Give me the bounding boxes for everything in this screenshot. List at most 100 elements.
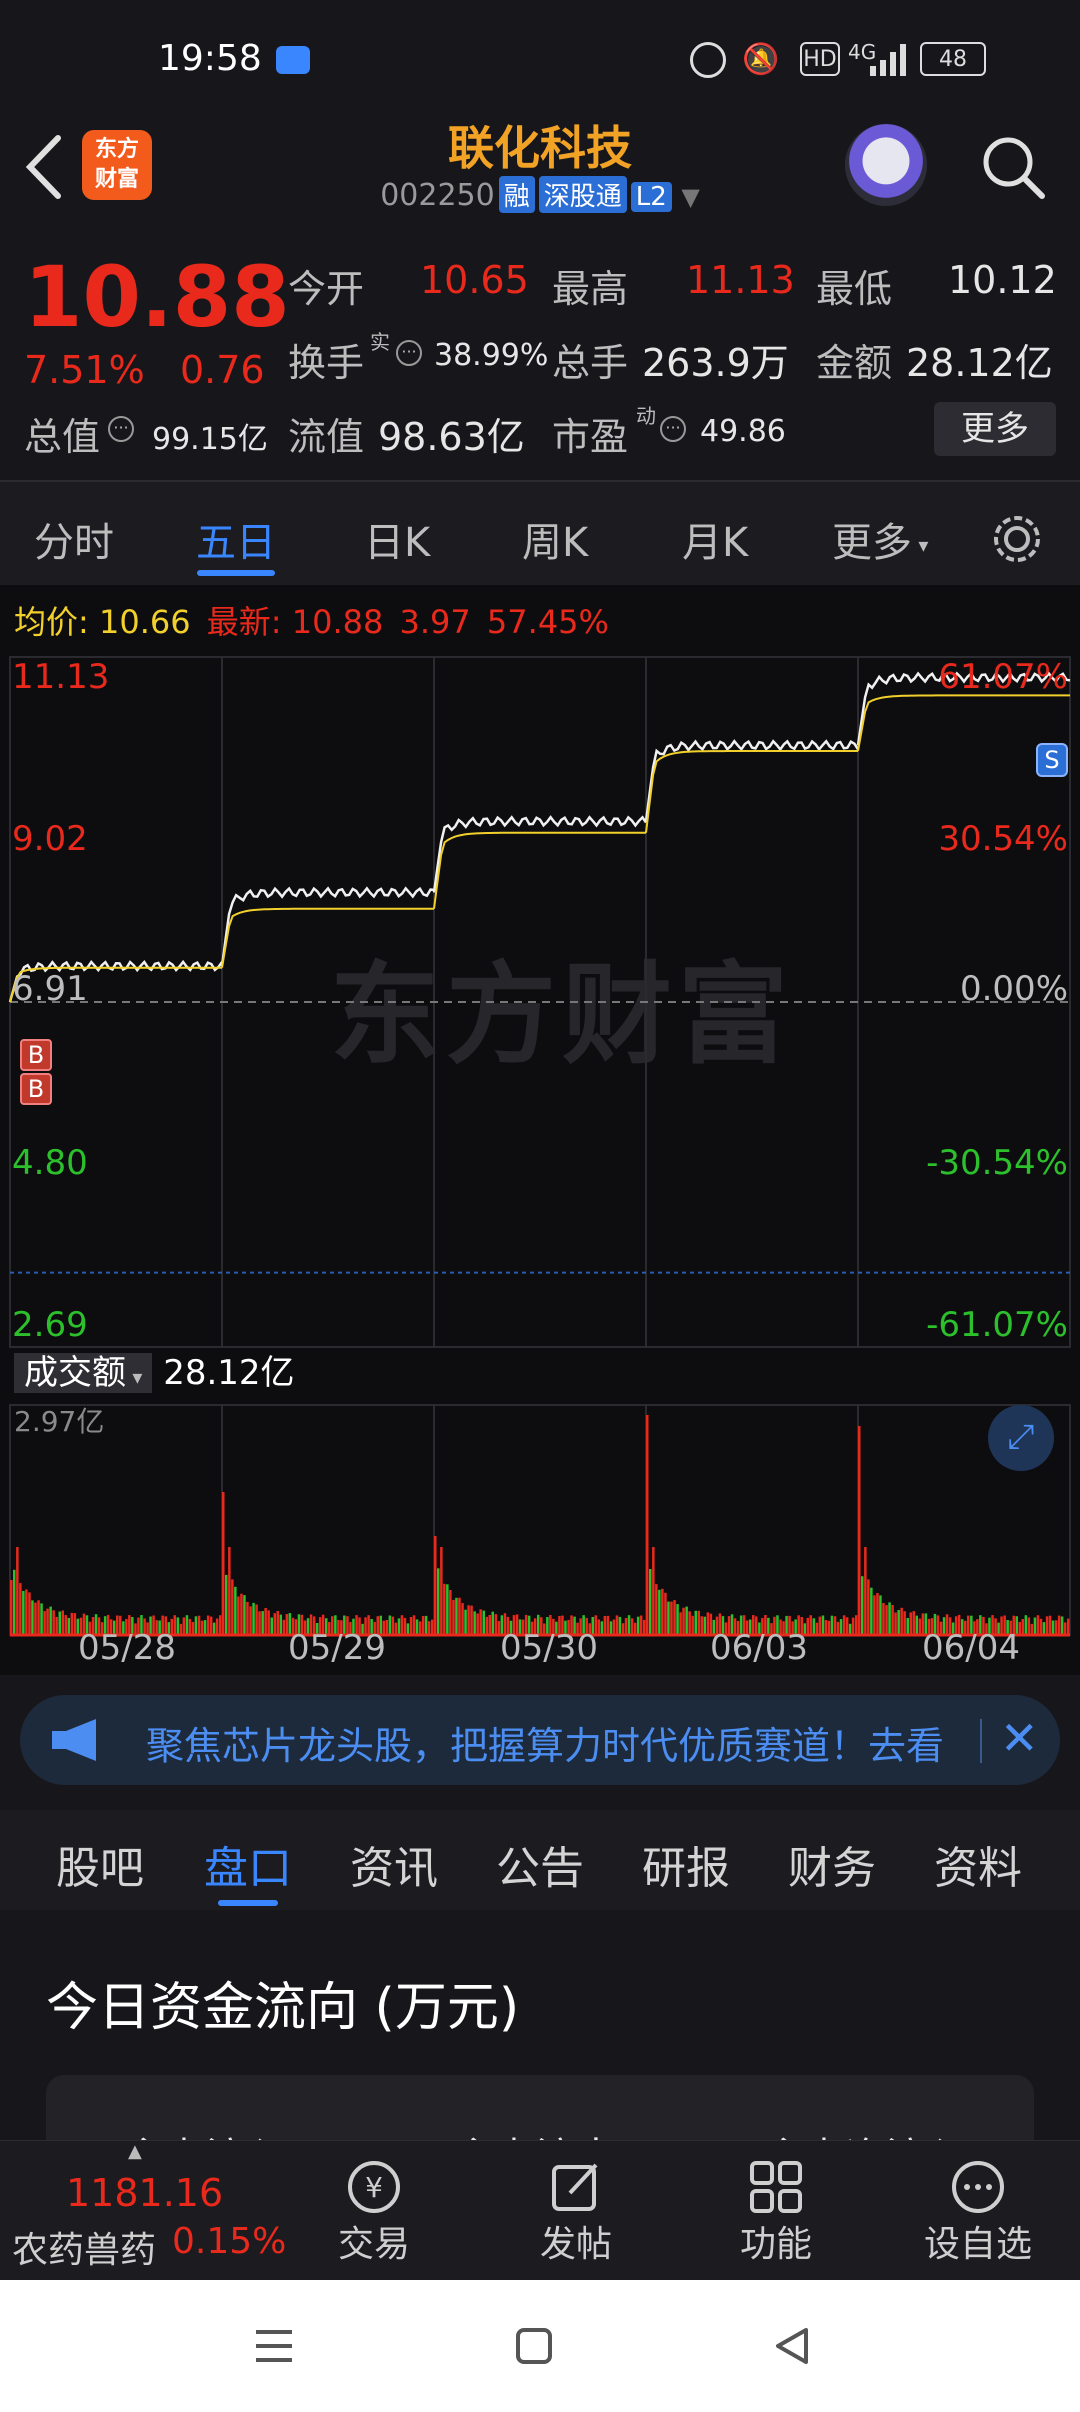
info-icon[interactable]: ···	[396, 340, 422, 366]
tab-forum[interactable]: 股吧	[56, 1832, 144, 1896]
tab-orderbook[interactable]: 盘口	[204, 1832, 292, 1896]
tab-announcements[interactable]: 公告	[496, 1832, 584, 1896]
bottom-app-bar: ▲ 1181.16 农药兽药 0.15% ¥ 交易 发帖 功能 设自选	[0, 2140, 1080, 2280]
tab-news[interactable]: 资讯	[350, 1832, 438, 1896]
volume-bar	[624, 1618, 628, 1635]
index-ticker[interactable]: ▲ 1181.16 农药兽药 0.15%	[0, 2141, 300, 2281]
menu-icon[interactable]	[252, 2324, 296, 2368]
more-button[interactable]: 更多	[934, 402, 1056, 456]
volume-bar	[1060, 1616, 1064, 1635]
volume-bar	[467, 1605, 470, 1635]
back-nav-icon[interactable]	[770, 2324, 814, 2368]
volume-bar	[282, 1619, 286, 1635]
volume-bar	[46, 1608, 49, 1635]
volume-bar	[482, 1610, 485, 1635]
change-amount: 0.76	[180, 348, 265, 392]
function-button[interactable]: 功能	[676, 2141, 876, 2281]
date-label: 05/28	[78, 1628, 176, 1668]
series-line-average-day1	[221, 907, 434, 968]
settings-gear-icon[interactable]	[990, 512, 1044, 566]
system-nav-bar	[0, 2280, 1080, 2412]
volume-bar	[421, 1616, 425, 1635]
watchlist-button[interactable]: 设自选	[878, 2141, 1078, 2281]
tab-more[interactable]: 更多 ▾	[832, 510, 928, 568]
volume-bar	[491, 1611, 494, 1635]
tab-research[interactable]: 研报	[642, 1832, 730, 1896]
volume-bar	[470, 1605, 473, 1635]
volume-bar	[440, 1547, 443, 1635]
buy-marker[interactable]: B	[20, 1039, 52, 1071]
trade-button[interactable]: ¥ 交易	[274, 2141, 474, 2281]
robot-avatar-icon[interactable]	[845, 124, 927, 206]
close-icon[interactable]: ✕	[1000, 1711, 1039, 1765]
home-icon[interactable]	[512, 2324, 556, 2368]
fund-flow-title: 今日资金流向 (万元)	[46, 1978, 520, 2038]
tab-weekly-k[interactable]: 周K	[522, 510, 588, 568]
volume-bar	[706, 1612, 710, 1635]
search-icon[interactable]	[978, 132, 1048, 202]
caret-down-icon: ▾	[912, 533, 929, 557]
tab-monthly-k[interactable]: 月K	[682, 510, 748, 568]
volume-bar	[827, 1620, 831, 1635]
tab-intraday[interactable]: 分时	[34, 510, 114, 568]
volume-bar	[240, 1593, 243, 1635]
volume-bar	[894, 1612, 897, 1635]
change-percent: 7.51%	[24, 348, 145, 392]
volume-bar	[1030, 1623, 1034, 1635]
volume-bar	[845, 1617, 849, 1635]
five-day-chart[interactable]: 均价: 10.66 最新: 10.88 3.97 57.45% 东方财富 11.…	[0, 585, 1080, 1675]
volume-bar	[1067, 1618, 1070, 1635]
volume-bar	[22, 1591, 25, 1635]
date-label: 05/29	[288, 1628, 386, 1668]
caret-down-icon: ▾	[126, 1365, 143, 1389]
volume-bar	[273, 1613, 276, 1635]
volume-bar	[31, 1600, 34, 1635]
volume-bar	[415, 1619, 419, 1635]
volume-bar	[1048, 1615, 1052, 1635]
tab-daily-k[interactable]: 日K	[364, 510, 430, 568]
mktcap-value: 99.15亿	[152, 422, 268, 457]
volume-bar	[64, 1615, 67, 1635]
volume-bar	[67, 1617, 70, 1635]
volume-bar	[203, 1620, 207, 1635]
volume-bar	[661, 1588, 664, 1635]
volume-bar	[703, 1616, 706, 1635]
volume-selector[interactable]: 成交额 ▾	[14, 1353, 153, 1393]
pe-value: 49.86	[700, 414, 786, 449]
tab-profile[interactable]: 资料	[934, 1832, 1022, 1896]
volume-bar	[809, 1615, 812, 1635]
megaphone-icon	[52, 1719, 96, 1761]
expand-icon[interactable]: ⤢	[988, 1405, 1054, 1471]
volume-bar	[1051, 1620, 1055, 1635]
volume-bar	[215, 1618, 219, 1635]
volume-bar	[830, 1615, 834, 1635]
volume-bar	[679, 1612, 682, 1635]
sell-marker[interactable]: S	[1036, 743, 1068, 777]
axis-right-3: -30.54%	[926, 1143, 1068, 1183]
volume-bar	[234, 1586, 237, 1635]
hd-icon: HD	[800, 42, 840, 76]
volume-frame	[9, 1404, 1071, 1636]
tab-finance[interactable]: 财务	[788, 1832, 876, 1896]
volume-bar	[222, 1492, 225, 1635]
volume-bar	[1042, 1622, 1046, 1635]
buy-marker[interactable]: B	[20, 1073, 52, 1105]
volume-bar	[446, 1584, 449, 1635]
volume-bar	[209, 1616, 213, 1635]
volume-bar	[864, 1547, 867, 1635]
promo-banner[interactable]: 聚焦芯片龙头股，把握算力时代优质赛道！去看 ✕	[20, 1695, 1060, 1785]
volume-bar	[664, 1592, 667, 1635]
info-icon[interactable]: ···	[660, 416, 686, 442]
tab-five-day[interactable]: 五日	[196, 510, 276, 568]
high-label: 最高	[552, 267, 629, 311]
volume-bar	[485, 1616, 488, 1635]
index-pct: 0.15%	[172, 2221, 287, 2262]
volume-bar	[633, 1622, 637, 1635]
volume-bar	[188, 1618, 192, 1635]
info-icon[interactable]: ···	[108, 416, 134, 442]
volume-bar	[431, 1619, 434, 1635]
amount-label: 金额	[816, 341, 893, 385]
volume-bar	[261, 1611, 264, 1635]
volume-bar	[1063, 1622, 1067, 1635]
post-button[interactable]: 发帖	[476, 2141, 676, 2281]
